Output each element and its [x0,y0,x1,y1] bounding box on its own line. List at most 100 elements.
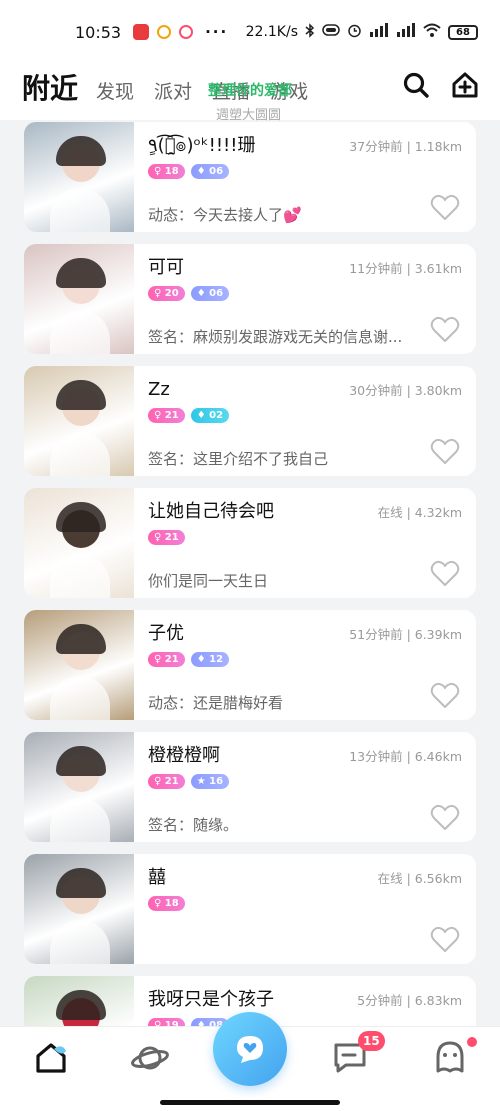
match-chat-button[interactable] [213,1012,287,1086]
user-info: 橙橙橙啊 13分钟前 | 6.46km ♀ 21 ★ 16 签名：随缘。 [134,732,476,842]
user-avatar[interactable] [24,244,134,354]
user-info: ٍ٩(͡๏̯͡๏)ᵒᵏ!!!!珊 37分钟前 | 1.18km ♀ 18 ♦ 06… [134,122,476,232]
tab-party[interactable]: 派对 [154,80,192,104]
user-badges: ♀ 21 ♦ 12 [148,652,462,667]
user-badges: ♀ 19 ♦ 08 [148,1018,462,1026]
user-avatar[interactable] [24,610,134,720]
status-bar: 10:53 ··· 22.1K/s 68 [0,0,500,64]
user-last-active-distance: 在线 | 4.32km [377,505,462,520]
user-badge: ♀ 18 [148,896,185,911]
user-badge: ♦ 02 [190,408,230,423]
app-notification-icon-2 [179,25,194,39]
user-badges: ♀ 18 [148,896,462,911]
nav-home-icon[interactable] [32,1039,70,1081]
user-last-active-distance: 在线 | 6.56km [377,871,462,886]
bottom-nav: 15 [0,1012,500,1111]
user-badges: ♀ 21 [148,530,462,545]
user-badge: ♀ 21 [148,774,185,789]
tab-discover[interactable]: 发现 [96,80,134,104]
user-badge: ♀ 18 [148,164,185,179]
avatar-body [50,188,110,232]
home-add-icon[interactable] [450,70,480,104]
avatar-hair [56,136,106,166]
user-info: 囍 在线 | 6.56km ♀ 18 [134,854,476,964]
user-card[interactable]: 子优 51分钟前 | 6.39km ♀ 21 ♦ 12 动态：还是腊梅好看 [24,610,476,720]
user-bio: 动态：今天去接人了💕 [148,206,302,224]
app-notification-icon [133,24,150,40]
like-heart-icon[interactable] [430,316,460,347]
home-indicator [160,1100,340,1105]
user-badges: ♀ 18 ♦ 06 [148,164,462,179]
avatar-hair [56,746,106,776]
avatar-body [50,310,110,354]
user-bio: 你们是同一天生日 [148,572,269,590]
avatar-hair [56,258,106,288]
avatar-body [50,798,110,842]
user-avatar[interactable] [24,122,134,232]
battery-icon: 68 [448,24,478,40]
user-card[interactable]: 囍 在线 | 6.56km ♀ 18 [24,854,476,964]
like-heart-icon[interactable] [430,804,460,835]
user-last-active-distance: 30分钟前 | 3.80km [349,383,462,398]
like-heart-icon[interactable] [430,194,460,225]
like-heart-icon[interactable] [430,926,460,957]
like-heart-icon[interactable] [430,560,460,591]
user-badge: ★ 16 [190,774,230,789]
user-info: 可可 11分钟前 | 3.61km ♀ 20 ♦ 06 签名：麻烦别发跟游戏无关的… [134,244,476,354]
user-info: Zz 30分钟前 | 3.80km ♀ 21 ♦ 02 签名：这里介绍不了我自己 [134,366,476,476]
user-badge: ♦ 06 [190,164,230,179]
user-avatar[interactable] [24,366,134,476]
user-badge: ♀ 19 [148,1018,185,1026]
status-right: 22.1K/s 68 [245,22,478,42]
avatar-hair [56,380,106,410]
user-avatar[interactable] [24,488,134,598]
user-card[interactable]: ٍ٩(͡๏̯͡๏)ᵒᵏ!!!!珊 37分钟前 | 1.18km ♀ 18 ♦ 06… [24,122,476,232]
user-card[interactable]: 让她自己待会吧 在线 | 4.32km ♀ 21 你们是同一天生日 [24,488,476,598]
user-avatar[interactable] [24,732,134,842]
more-notifications: ··· [205,23,229,41]
avatar-body [50,432,110,476]
user-info: 让她自己待会吧 在线 | 4.32km ♀ 21 你们是同一天生日 [134,488,476,598]
user-info: 我呀只是个孩子 5分钟前 | 6.83km ♀ 19 ♦ 08 [134,976,476,1026]
vibrate-icon [322,24,340,40]
user-bio: 签名：这里介绍不了我自己 [148,450,329,468]
user-avatar[interactable] [24,854,134,964]
user-badges: ♀ 21 ♦ 02 [148,408,462,423]
wifi-icon [423,23,441,41]
bluetooth-icon [305,22,315,42]
like-heart-icon[interactable] [430,438,460,469]
header-actions [402,70,480,104]
user-avatar[interactable] [24,976,134,1026]
tab-nearby[interactable]: 附近 [22,74,79,110]
profile-notification-dot [467,1037,477,1047]
user-last-active-distance: 5分钟前 | 6.83km [357,993,462,1008]
user-badge: ♦ 12 [190,652,230,667]
user-card[interactable]: Zz 30分钟前 | 3.80km ♀ 21 ♦ 02 签名：这里介绍不了我自己 [24,366,476,476]
avatar-hair [56,624,106,654]
user-badge: ♀ 20 [148,286,185,301]
watermark-text: 整理你的爱都 [208,83,292,99]
nav-profile-icon[interactable] [432,1039,468,1081]
user-last-active-distance: 11分钟前 | 3.61km [349,261,462,276]
status-time: 10:53 [75,22,122,42]
user-bio: 签名：随缘。 [148,816,239,834]
user-badge: ♀ 21 [148,530,185,545]
qq-notification-icon [157,25,172,39]
avatar-hair [56,868,106,898]
like-heart-icon[interactable] [430,682,460,713]
user-card[interactable]: 橙橙橙啊 13分钟前 | 6.46km ♀ 21 ★ 16 签名：随缘。 [24,732,476,842]
nav-planet-icon[interactable] [130,1039,170,1081]
nearby-user-list[interactable]: ٍ٩(͡๏̯͡๏)ᵒᵏ!!!!珊 37分钟前 | 1.18km ♀ 18 ♦ 06… [0,120,500,1026]
user-badge: ♀ 21 [148,408,185,423]
search-icon[interactable] [402,71,430,103]
user-last-active-distance: 13分钟前 | 6.46km [349,749,462,764]
user-badge: ♀ 21 [148,652,185,667]
avatar-hair [56,502,106,532]
avatar-body [50,920,110,964]
signal-icon-2 [396,23,416,41]
user-card[interactable]: 可可 11分钟前 | 3.61km ♀ 20 ♦ 06 签名：麻烦别发跟游戏无关的… [24,244,476,354]
user-bio: 签名：麻烦别发跟游戏无关的信息谢... [148,328,403,346]
signal-icon [369,23,389,41]
alarm-icon [347,23,362,42]
network-speed: 22.1K/s [245,24,298,40]
